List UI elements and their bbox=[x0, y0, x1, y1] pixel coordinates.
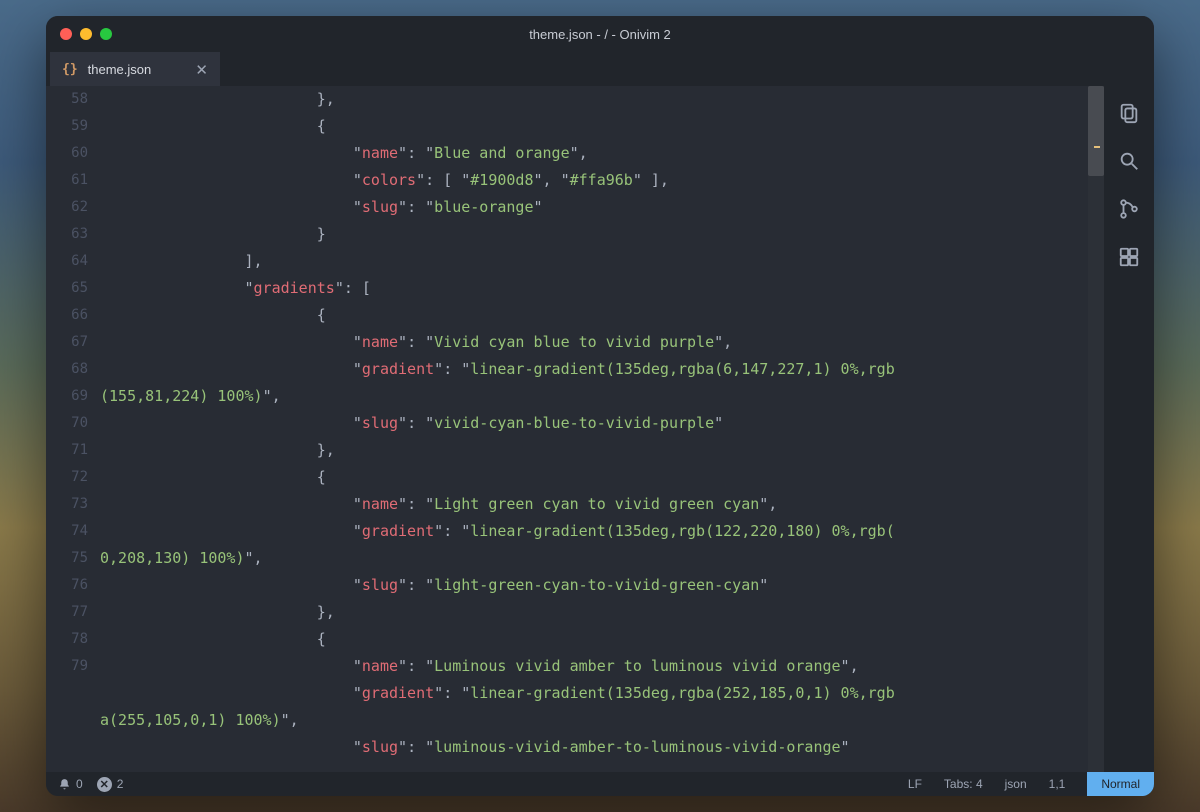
source-control-icon[interactable] bbox=[1118, 198, 1140, 220]
line-number: 78 bbox=[46, 626, 88, 653]
code-line[interactable]: }, bbox=[100, 437, 1104, 464]
code-line[interactable]: } bbox=[100, 221, 1104, 248]
line-number: 67 bbox=[46, 329, 88, 356]
json-file-icon: {} bbox=[62, 62, 78, 77]
code-line[interactable]: "name": "Vivid cyan blue to vivid purple… bbox=[100, 329, 1104, 356]
code-line[interactable]: "slug": "vivid-cyan-blue-to-vivid-purple… bbox=[100, 410, 1104, 437]
line-number: 59 bbox=[46, 113, 88, 140]
editor-wrap: 5859606162636465666768697071727374757677… bbox=[46, 86, 1104, 772]
notifications-status[interactable]: 0 bbox=[58, 777, 83, 791]
code-area[interactable]: }, { "name": "Blue and orange", "colors"… bbox=[100, 86, 1104, 772]
code-line[interactable]: 0,208,130) 100%)", bbox=[100, 545, 1104, 572]
line-number: 71 bbox=[46, 437, 88, 464]
line-number: 77 bbox=[46, 599, 88, 626]
line-number: 70 bbox=[46, 410, 88, 437]
code-line[interactable]: "slug": "light-green-cyan-to-vivid-green… bbox=[100, 572, 1104, 599]
extensions-icon[interactable] bbox=[1118, 246, 1140, 268]
code-line[interactable]: "colors": [ "#1900d8", "#ffa96b" ], bbox=[100, 167, 1104, 194]
minimize-window-button[interactable] bbox=[80, 28, 92, 40]
indentation-status[interactable]: Tabs: 4 bbox=[944, 777, 983, 791]
line-number: 69 bbox=[46, 383, 88, 410]
line-number: 63 bbox=[46, 221, 88, 248]
line-number: 73 bbox=[46, 491, 88, 518]
activity-bar bbox=[1104, 86, 1154, 772]
cursor-position-status[interactable]: 1,1 bbox=[1049, 777, 1066, 791]
line-number: 60 bbox=[46, 140, 88, 167]
line-number: 72 bbox=[46, 464, 88, 491]
code-line[interactable]: "name": "Light green cyan to vivid green… bbox=[100, 491, 1104, 518]
line-number: 75 bbox=[46, 545, 88, 572]
vim-mode-indicator: Normal bbox=[1087, 772, 1154, 796]
explorer-icon[interactable] bbox=[1118, 102, 1140, 124]
code-line[interactable]: }, bbox=[100, 86, 1104, 113]
code-line[interactable]: a(255,105,0,1) 100%)", bbox=[100, 707, 1104, 734]
code-line[interactable]: "slug": "blue-orange" bbox=[100, 194, 1104, 221]
code-line[interactable]: { bbox=[100, 464, 1104, 491]
code-line[interactable]: "slug": "luminous-vivid-amber-to-luminou… bbox=[100, 734, 1104, 761]
minimap-scrollbar[interactable] bbox=[1088, 86, 1104, 772]
line-number-gutter: 5859606162636465666768697071727374757677… bbox=[46, 86, 100, 772]
line-number: 64 bbox=[46, 248, 88, 275]
code-line[interactable]: "gradients": [ bbox=[100, 275, 1104, 302]
titlebar[interactable]: theme.json - / - Onivim 2 bbox=[46, 16, 1154, 52]
editor[interactable]: 5859606162636465666768697071727374757677… bbox=[46, 86, 1104, 772]
line-ending-status[interactable]: LF bbox=[908, 777, 922, 791]
zoom-window-button[interactable] bbox=[100, 28, 112, 40]
tab-bar: {} theme.json ✕ bbox=[46, 52, 1154, 86]
close-window-button[interactable] bbox=[60, 28, 72, 40]
line-number: 76 bbox=[46, 572, 88, 599]
code-line[interactable]: (155,81,224) 100%)", bbox=[100, 383, 1104, 410]
code-line[interactable]: "name": "Blue and orange", bbox=[100, 140, 1104, 167]
app-window: theme.json - / - Onivim 2 {} theme.json … bbox=[46, 16, 1154, 796]
code-line[interactable]: }, bbox=[100, 599, 1104, 626]
error-badge-icon: ✕ bbox=[97, 777, 112, 792]
errors-count: 2 bbox=[117, 777, 124, 791]
tab-filename: theme.json bbox=[88, 62, 152, 77]
traffic-lights bbox=[46, 28, 112, 40]
code-line[interactable]: ], bbox=[100, 248, 1104, 275]
bell-icon bbox=[58, 778, 71, 791]
status-bar: 0 ✕ 2 LF Tabs: 4 json 1,1 Normal bbox=[46, 772, 1154, 796]
editor-body: 5859606162636465666768697071727374757677… bbox=[46, 86, 1154, 772]
line-number: 62 bbox=[46, 194, 88, 221]
line-number: 61 bbox=[46, 167, 88, 194]
search-icon[interactable] bbox=[1118, 150, 1140, 172]
code-line[interactable]: { bbox=[100, 113, 1104, 140]
line-number: 65 bbox=[46, 275, 88, 302]
code-line[interactable]: { bbox=[100, 302, 1104, 329]
code-line[interactable]: "gradient": "linear-gradient(135deg,rgba… bbox=[100, 356, 1104, 383]
line-number: 74 bbox=[46, 518, 88, 545]
window-title: theme.json - / - Onivim 2 bbox=[46, 27, 1154, 42]
line-number: 66 bbox=[46, 302, 88, 329]
line-number: 79 bbox=[46, 653, 88, 680]
notifications-count: 0 bbox=[76, 777, 83, 791]
minimap-viewport[interactable] bbox=[1088, 86, 1104, 176]
code-line[interactable]: "name": "Luminous vivid amber to luminou… bbox=[100, 653, 1104, 680]
code-line[interactable]: "gradient": "linear-gradient(135deg,rgb(… bbox=[100, 518, 1104, 545]
minimap-marker bbox=[1094, 146, 1100, 148]
errors-status[interactable]: ✕ 2 bbox=[97, 777, 124, 792]
line-number: 58 bbox=[46, 86, 88, 113]
line-number: 68 bbox=[46, 356, 88, 383]
tab-theme-json[interactable]: {} theme.json ✕ bbox=[50, 52, 220, 86]
close-tab-icon[interactable]: ✕ bbox=[195, 61, 208, 79]
code-line[interactable]: "gradient": "linear-gradient(135deg,rgba… bbox=[100, 680, 1104, 707]
code-line[interactable]: { bbox=[100, 626, 1104, 653]
language-status[interactable]: json bbox=[1005, 777, 1027, 791]
